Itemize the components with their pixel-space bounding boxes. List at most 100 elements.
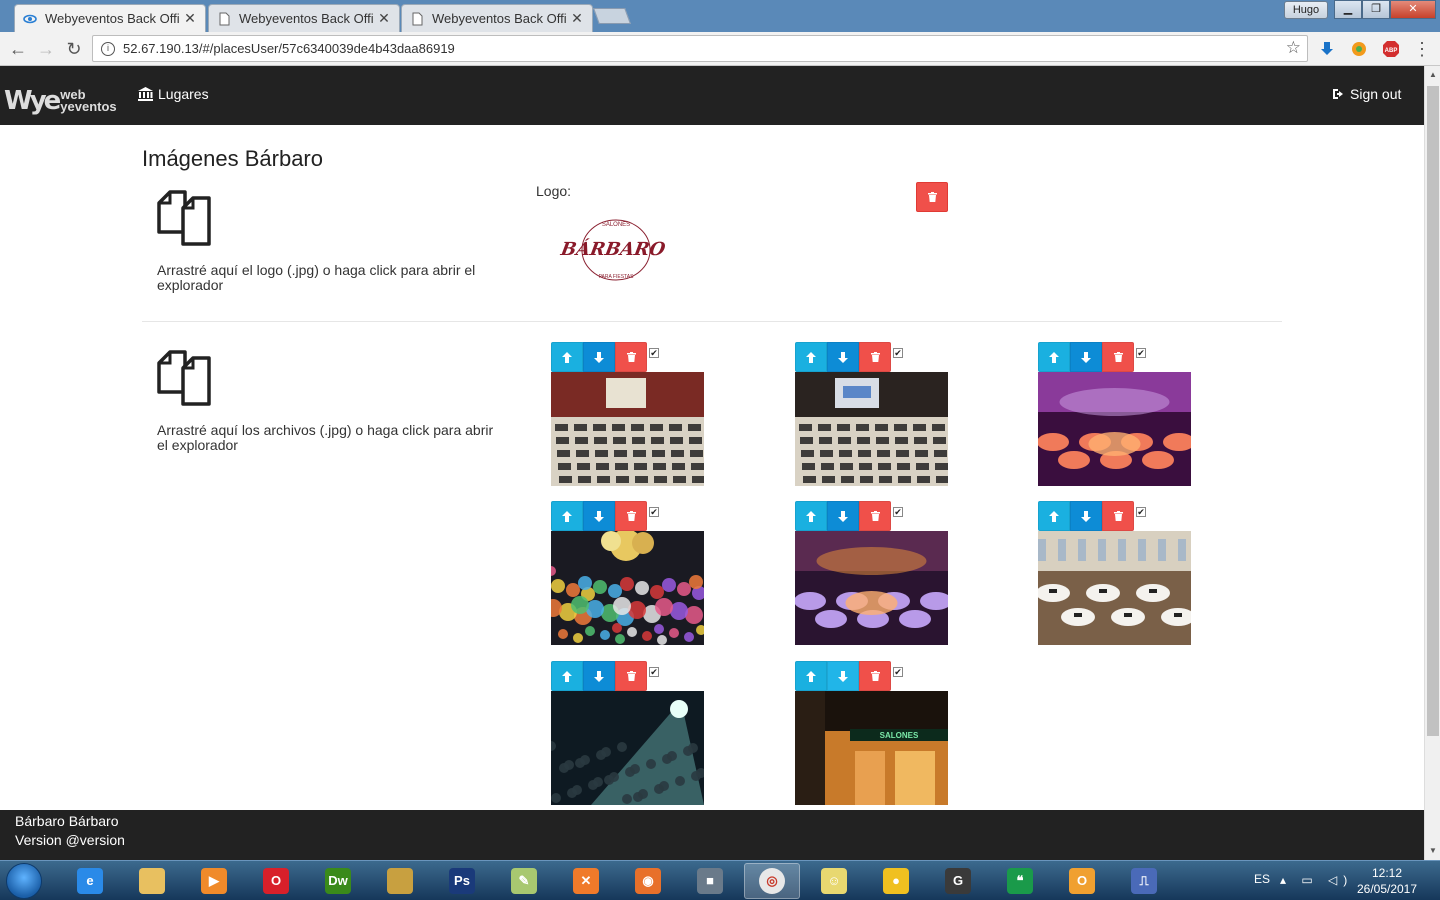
info-icon[interactable]: i — [101, 41, 115, 56]
taskbar-photoshop-icon[interactable]: Ps — [434, 863, 490, 899]
taskbar-dreamweaver-icon[interactable]: Dw — [310, 863, 366, 899]
scroll-down-icon[interactable]: ▼ — [1429, 846, 1437, 855]
taskbar-ie-icon[interactable]: e — [62, 863, 118, 899]
browser-tab-2[interactable]: Webyeventos Back Office ✕ — [208, 4, 400, 32]
download-icon[interactable] — [1318, 40, 1336, 58]
delete-logo-button[interactable] — [916, 182, 948, 212]
taskbar-chrome-icon[interactable]: ◎ — [744, 863, 800, 899]
select-image-checkbox[interactable]: ✔ — [893, 348, 903, 358]
select-image-checkbox[interactable]: ✔ — [649, 667, 659, 677]
move-up-button[interactable] — [1038, 342, 1070, 372]
gallery-image[interactable] — [551, 691, 704, 805]
select-image-checkbox[interactable]: ✔ — [893, 507, 903, 517]
move-up-button[interactable] — [795, 342, 827, 372]
move-up-button[interactable] — [551, 342, 583, 372]
reload-icon[interactable]: ↻ — [62, 37, 86, 61]
taskbar-xampp-icon[interactable]: ✕ — [558, 863, 614, 899]
select-image-checkbox[interactable]: ✔ — [1136, 507, 1146, 517]
taskbar-outlook-icon[interactable]: O — [1054, 863, 1110, 899]
move-down-button[interactable] — [583, 501, 615, 531]
delete-image-button[interactable] — [859, 342, 891, 372]
taskbar-network-icon[interactable]: ⎍ — [1116, 863, 1172, 899]
maximize-icon[interactable]: ❐ — [1362, 0, 1390, 19]
taskbar-files-icon[interactable] — [372, 863, 428, 899]
sign-out-link[interactable]: Sign out — [1332, 86, 1401, 102]
gallery-image[interactable] — [795, 372, 948, 486]
gallery-image[interactable]: SALONES — [795, 691, 948, 805]
taskbar-g-app-icon[interactable]: G — [930, 863, 986, 899]
delete-image-button[interactable] — [859, 661, 891, 691]
tab-close-icon[interactable]: ✕ — [570, 10, 584, 27]
move-down-button[interactable] — [1070, 342, 1102, 372]
image-actions — [551, 342, 647, 372]
move-down-button[interactable] — [1070, 501, 1102, 531]
close-window-icon[interactable]: ✕ — [1390, 0, 1436, 19]
move-down-button[interactable] — [583, 342, 615, 372]
profile-button[interactable]: Hugo — [1284, 1, 1328, 19]
delete-image-button[interactable] — [615, 342, 647, 372]
bookmark-star-icon[interactable]: ☆ — [1286, 38, 1301, 58]
address-url[interactable]: 52.67.190.13/#/placesUser/57c6340039de4b… — [123, 41, 455, 56]
taskbar-notepad-icon[interactable]: ✎ — [496, 863, 552, 899]
tray-icons[interactable]: ▴ ▭ ◁) — [1280, 873, 1353, 887]
move-down-button[interactable] — [583, 661, 615, 691]
scroll-up-icon[interactable]: ▲ — [1429, 70, 1437, 79]
media-icon: ▶ — [201, 868, 227, 894]
select-image-checkbox[interactable]: ✔ — [1136, 348, 1146, 358]
move-up-button[interactable] — [795, 501, 827, 531]
gallery-image[interactable] — [551, 372, 704, 486]
address-bar[interactable]: i 52.67.190.13/#/placesUser/57c6340039de… — [92, 35, 1308, 62]
page-scrollbar[interactable]: ▲ ▼ — [1424, 66, 1440, 860]
move-up-button[interactable] — [551, 501, 583, 531]
taskbar-security-icon[interactable]: ■ — [682, 863, 738, 899]
logo-dropzone[interactable]: Arrastré aquí el logo (.jpg) o haga clic… — [157, 190, 507, 293]
tab-title: Webyeventos Back Office — [239, 11, 373, 26]
clock[interactable]: 12:12 26/05/2017 — [1354, 865, 1420, 897]
taskbar-media-icon[interactable]: ▶ — [186, 863, 242, 899]
delete-image-button[interactable] — [615, 501, 647, 531]
adblock-icon[interactable]: ABP — [1382, 40, 1400, 58]
move-up-button[interactable] — [795, 661, 827, 691]
taskbar-opera-icon[interactable]: O — [248, 863, 304, 899]
trash-icon — [870, 352, 880, 362]
extension-icon[interactable] — [1350, 40, 1368, 58]
select-image-checkbox[interactable]: ✔ — [649, 507, 659, 517]
files-dropzone[interactable]: Arrastré aquí los archivos (.jpg) o haga… — [157, 350, 507, 453]
new-tab-button[interactable] — [593, 8, 631, 24]
move-up-button[interactable] — [551, 661, 583, 691]
minimize-icon[interactable]: ▁ — [1334, 0, 1362, 19]
arrow-down-icon — [1081, 351, 1091, 363]
gallery-image[interactable] — [795, 531, 948, 645]
delete-image-button[interactable] — [615, 661, 647, 691]
taskbar-firefox-icon[interactable]: ◉ — [620, 863, 676, 899]
back-arrow-icon[interactable]: ← — [6, 37, 30, 61]
move-up-button[interactable] — [1038, 501, 1070, 531]
tab-close-icon[interactable]: ✕ — [377, 10, 391, 27]
move-down-button[interactable] — [827, 501, 859, 531]
language-indicator[interactable]: ES — [1254, 872, 1270, 886]
gallery-image[interactable] — [551, 531, 704, 645]
taskbar-notes-icon[interactable]: ☺ — [806, 863, 862, 899]
delete-image-button[interactable] — [859, 501, 891, 531]
windows-start-icon[interactable] — [6, 863, 42, 899]
menu-icon[interactable]: ⋮ — [1410, 37, 1434, 61]
move-down-button[interactable] — [827, 661, 859, 691]
scrollbar-thumb[interactable] — [1427, 86, 1439, 736]
browser-tab-3[interactable]: Webyeventos Back Office ✕ — [401, 4, 593, 32]
forward-arrow-icon[interactable]: → — [34, 37, 58, 61]
tab-close-icon[interactable]: ✕ — [183, 10, 197, 27]
gallery-image[interactable] — [1038, 531, 1191, 645]
taskbar-norton-icon[interactable]: ● — [868, 863, 924, 899]
select-image-checkbox[interactable]: ✔ — [893, 667, 903, 677]
taskbar-explorer-icon[interactable] — [124, 863, 180, 899]
gallery-image[interactable] — [1038, 372, 1191, 486]
move-down-button[interactable] — [827, 342, 859, 372]
taskbar-hangouts-icon[interactable]: ❝ — [992, 863, 1048, 899]
select-image-checkbox[interactable]: ✔ — [649, 348, 659, 358]
delete-image-button[interactable] — [1102, 342, 1134, 372]
brand-logo[interactable]: Wye web yeventos — [4, 88, 117, 114]
delete-image-button[interactable] — [1102, 501, 1134, 531]
arrow-up-icon — [806, 510, 816, 522]
browser-tab-1[interactable]: Webyeventos Back Office ✕ — [14, 4, 206, 32]
nav-lugares[interactable]: Lugares — [138, 86, 209, 102]
